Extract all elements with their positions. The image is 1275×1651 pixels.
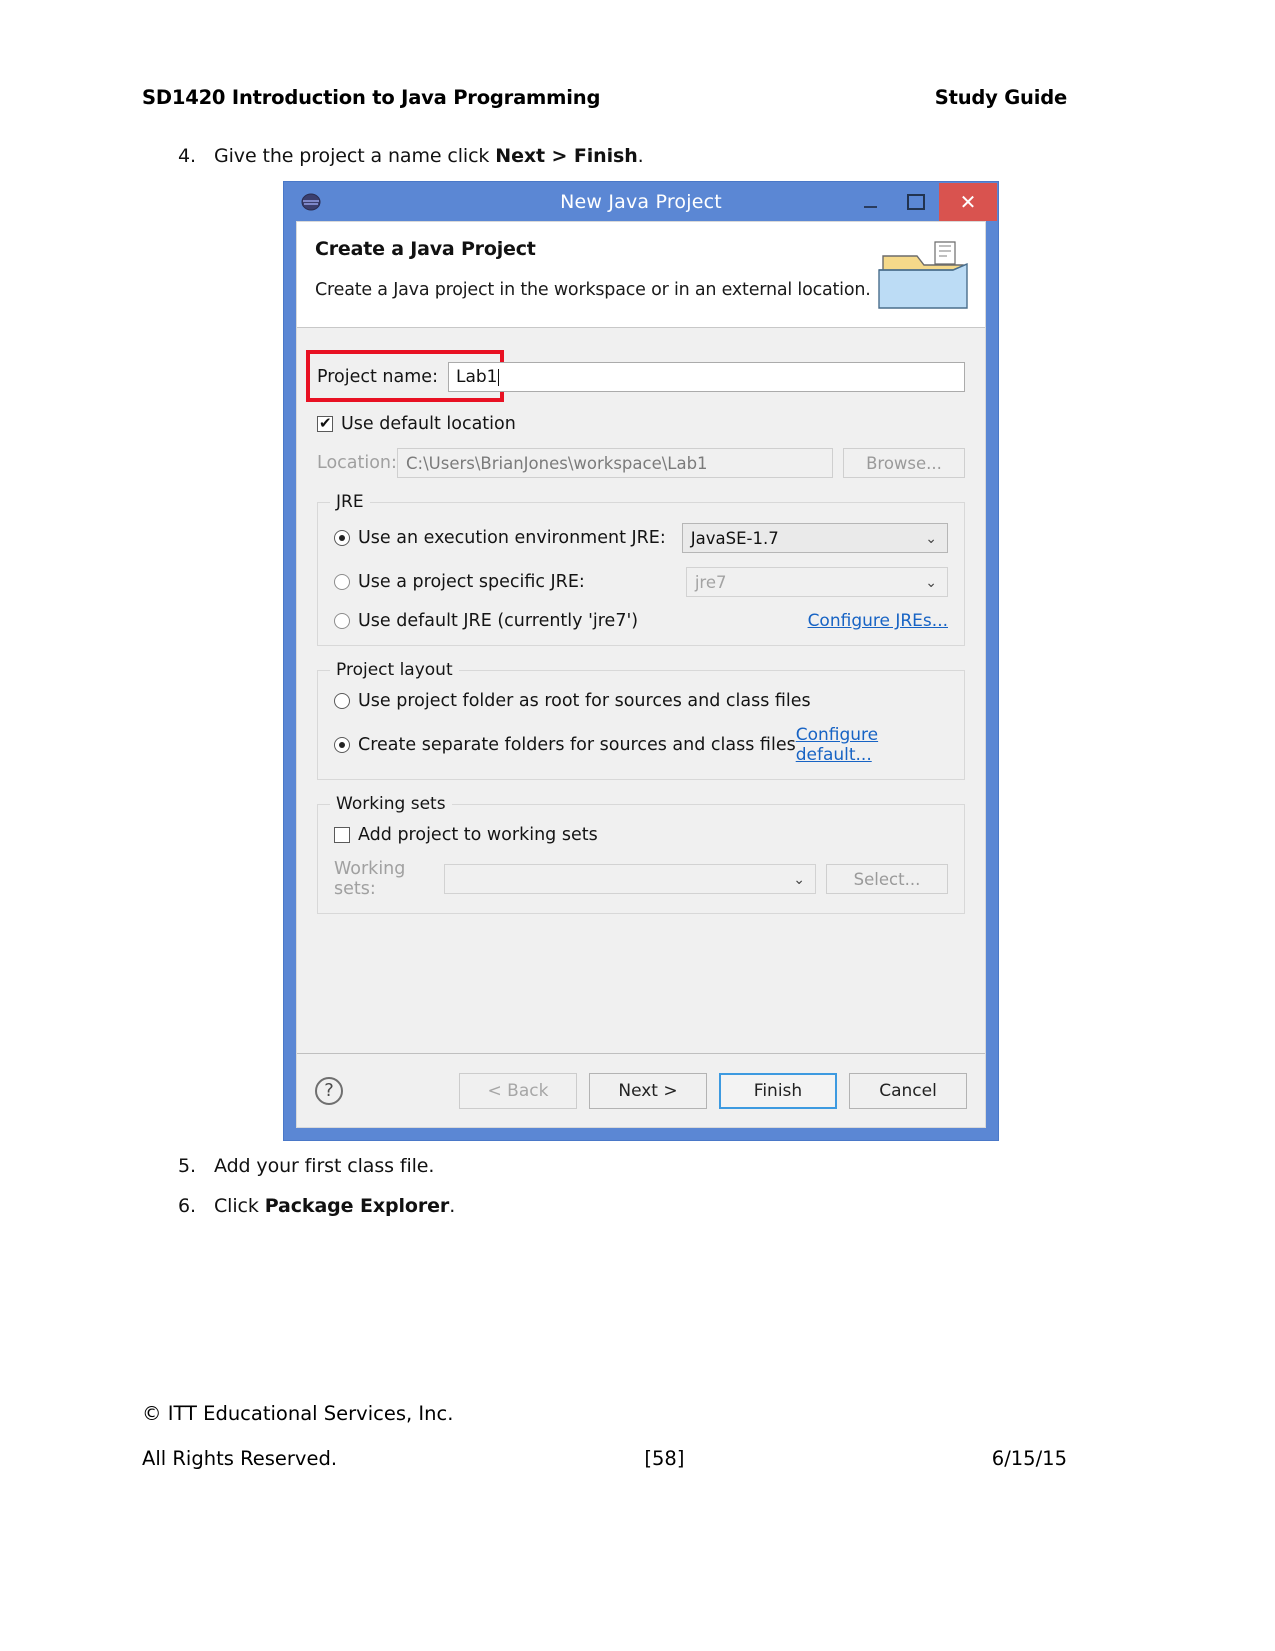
- layout-root-label: Use project folder as root for sources a…: [358, 691, 811, 711]
- cancel-button[interactable]: Cancel: [849, 1072, 967, 1109]
- project-name-value: Lab1: [455, 367, 498, 387]
- layout-separate-label: Create separate folders for sources and …: [358, 735, 796, 755]
- step-item-4: 4. Give the project a name click Next > …: [178, 145, 644, 167]
- use-default-location-row[interactable]: Use default location: [317, 414, 965, 434]
- jre-project-specific-combo[interactable]: jre7 ⌄: [685, 567, 948, 597]
- use-default-location-label: Use default location: [341, 414, 516, 434]
- jre-project-specific-value: jre7: [694, 572, 727, 592]
- jre-project-specific-row[interactable]: Use a project specific JRE: jre7 ⌄: [334, 567, 948, 597]
- project-layout-group: Project layout Use project folder as roo…: [317, 660, 965, 780]
- footer-date: 6/15/15: [991, 1447, 1067, 1470]
- dialog-body: Create a Java Project Create a Java proj…: [296, 221, 986, 1128]
- jre-execution-environment-combo[interactable]: JavaSE-1.7 ⌄: [681, 523, 948, 553]
- window-controls: ✕: [847, 183, 997, 221]
- project-name-label: Project name:: [317, 367, 438, 387]
- jre-group: JRE Use an execution environment JRE: Ja…: [317, 492, 965, 646]
- step-item-6: 6. Click Package Explorer.: [178, 1195, 455, 1217]
- document-header: SD1420 Introduction to Java Programming …: [142, 86, 1067, 109]
- layout-separate-radio[interactable]: [334, 737, 350, 753]
- project-layout-legend: Project layout: [330, 660, 459, 680]
- dialog-banner: Create a Java Project Create a Java proj…: [297, 222, 985, 328]
- working-sets-row: Working sets: ⌄ Select...: [334, 859, 948, 899]
- working-sets-group: Working sets Add project to working sets…: [317, 794, 965, 914]
- step-text-post: .: [449, 1195, 456, 1217]
- step-number: 6.: [178, 1195, 196, 1217]
- jre-project-specific-radio[interactable]: [334, 574, 350, 590]
- eclipse-icon: [301, 192, 321, 212]
- step-number: 4.: [178, 145, 196, 167]
- step-text-bold: Next > Finish: [495, 145, 638, 167]
- step-text-post: .: [637, 145, 644, 167]
- chevron-down-icon: ⌄: [925, 531, 937, 547]
- jre-default-row[interactable]: Use default JRE (currently 'jre7') Confi…: [334, 611, 948, 631]
- banner-heading: Create a Java Project: [315, 238, 536, 260]
- footer-copyright: © ITT Educational Services, Inc.: [142, 1402, 454, 1425]
- working-sets-combo[interactable]: ⌄: [444, 864, 816, 894]
- header-course-title: SD1420 Introduction to Java Programming: [142, 86, 601, 109]
- close-icon[interactable]: ✕: [939, 183, 997, 221]
- dialog-button-bar: ? < Back Next > Finish Cancel: [297, 1053, 985, 1127]
- minimize-icon[interactable]: [847, 183, 893, 221]
- finish-button[interactable]: Finish: [719, 1072, 837, 1109]
- step-text-pre: Give the project a name click: [214, 145, 496, 167]
- location-row: Location: C:\Users\BrianJones\workspace\…: [317, 448, 965, 478]
- jre-execution-environment-label: Use an execution environment JRE:: [358, 528, 666, 548]
- add-working-sets-row[interactable]: Add project to working sets: [334, 825, 948, 845]
- use-default-location-checkbox[interactable]: [317, 414, 333, 432]
- add-working-sets-checkbox[interactable]: [334, 827, 350, 843]
- jre-execution-environment-value: JavaSE-1.7: [690, 528, 779, 548]
- document-page: SD1420 Introduction to Java Programming …: [0, 0, 1275, 1651]
- jre-project-specific-label: Use a project specific JRE:: [358, 572, 585, 592]
- jre-default-radio[interactable]: [334, 613, 350, 629]
- add-working-sets-label: Add project to working sets: [358, 825, 598, 845]
- dialog-titlebar: New Java Project ✕: [285, 183, 997, 221]
- help-icon[interactable]: ?: [315, 1076, 343, 1105]
- jre-group-legend: JRE: [330, 492, 370, 512]
- configure-jres-link[interactable]: Configure JREs...: [808, 611, 948, 631]
- step-number: 5.: [178, 1155, 196, 1177]
- step-text-bold: Package Explorer: [264, 1195, 450, 1217]
- maximize-icon[interactable]: [893, 183, 939, 221]
- jre-execution-environment-row[interactable]: Use an execution environment JRE: JavaSE…: [334, 523, 948, 553]
- step-text-pre: Click: [214, 1195, 265, 1217]
- layout-separate-row[interactable]: Create separate folders for sources and …: [334, 725, 948, 765]
- jre-execution-environment-radio[interactable]: [334, 530, 350, 546]
- step-text: Add your first class file.: [214, 1155, 434, 1177]
- banner-subtext: Create a Java project in the workspace o…: [315, 280, 871, 300]
- step-text-pre: Add your first class file.: [214, 1155, 435, 1177]
- step-item-5: 5. Add your first class file.: [178, 1155, 434, 1177]
- select-working-sets-button[interactable]: Select...: [826, 864, 948, 894]
- step-text: Click Package Explorer.: [214, 1195, 455, 1217]
- working-sets-legend: Working sets: [330, 794, 452, 814]
- location-label: Location:: [317, 453, 397, 473]
- location-value: C:\Users\BrianJones\workspace\Lab1: [406, 453, 708, 473]
- project-name-row: Project name: Lab1: [306, 350, 965, 402]
- browse-button[interactable]: Browse...: [843, 448, 965, 478]
- layout-root-row[interactable]: Use project folder as root for sources a…: [334, 691, 948, 711]
- wizard-buttons: < Back Next > Finish Cancel: [447, 1072, 967, 1109]
- working-sets-label: Working sets:: [334, 859, 406, 899]
- dialog-content: Project name: Lab1 Use default location …: [297, 328, 985, 1053]
- next-button[interactable]: Next >: [589, 1072, 707, 1109]
- chevron-down-icon: ⌄: [925, 575, 937, 591]
- header-doc-type: Study Guide: [934, 86, 1067, 109]
- project-name-input[interactable]: Lab1: [447, 362, 965, 392]
- back-button[interactable]: < Back: [459, 1072, 577, 1109]
- footer-row: All Rights Reserved. [58] 6/15/15: [142, 1447, 1067, 1470]
- java-project-folder-icon: [875, 236, 971, 314]
- step-text: Give the project a name click Next > Fin…: [214, 145, 644, 167]
- text-caret: [498, 368, 500, 386]
- footer-rights: All Rights Reserved.: [142, 1447, 338, 1470]
- new-java-project-dialog: New Java Project ✕ Create a Java Project…: [284, 182, 998, 1140]
- footer-page-number: [58]: [644, 1447, 685, 1470]
- chevron-down-icon: ⌄: [793, 872, 805, 888]
- location-input[interactable]: C:\Users\BrianJones\workspace\Lab1: [397, 448, 833, 478]
- layout-root-radio[interactable]: [334, 693, 350, 709]
- jre-default-label: Use default JRE (currently 'jre7'): [358, 611, 639, 631]
- configure-default-link[interactable]: Configure default...: [796, 725, 948, 765]
